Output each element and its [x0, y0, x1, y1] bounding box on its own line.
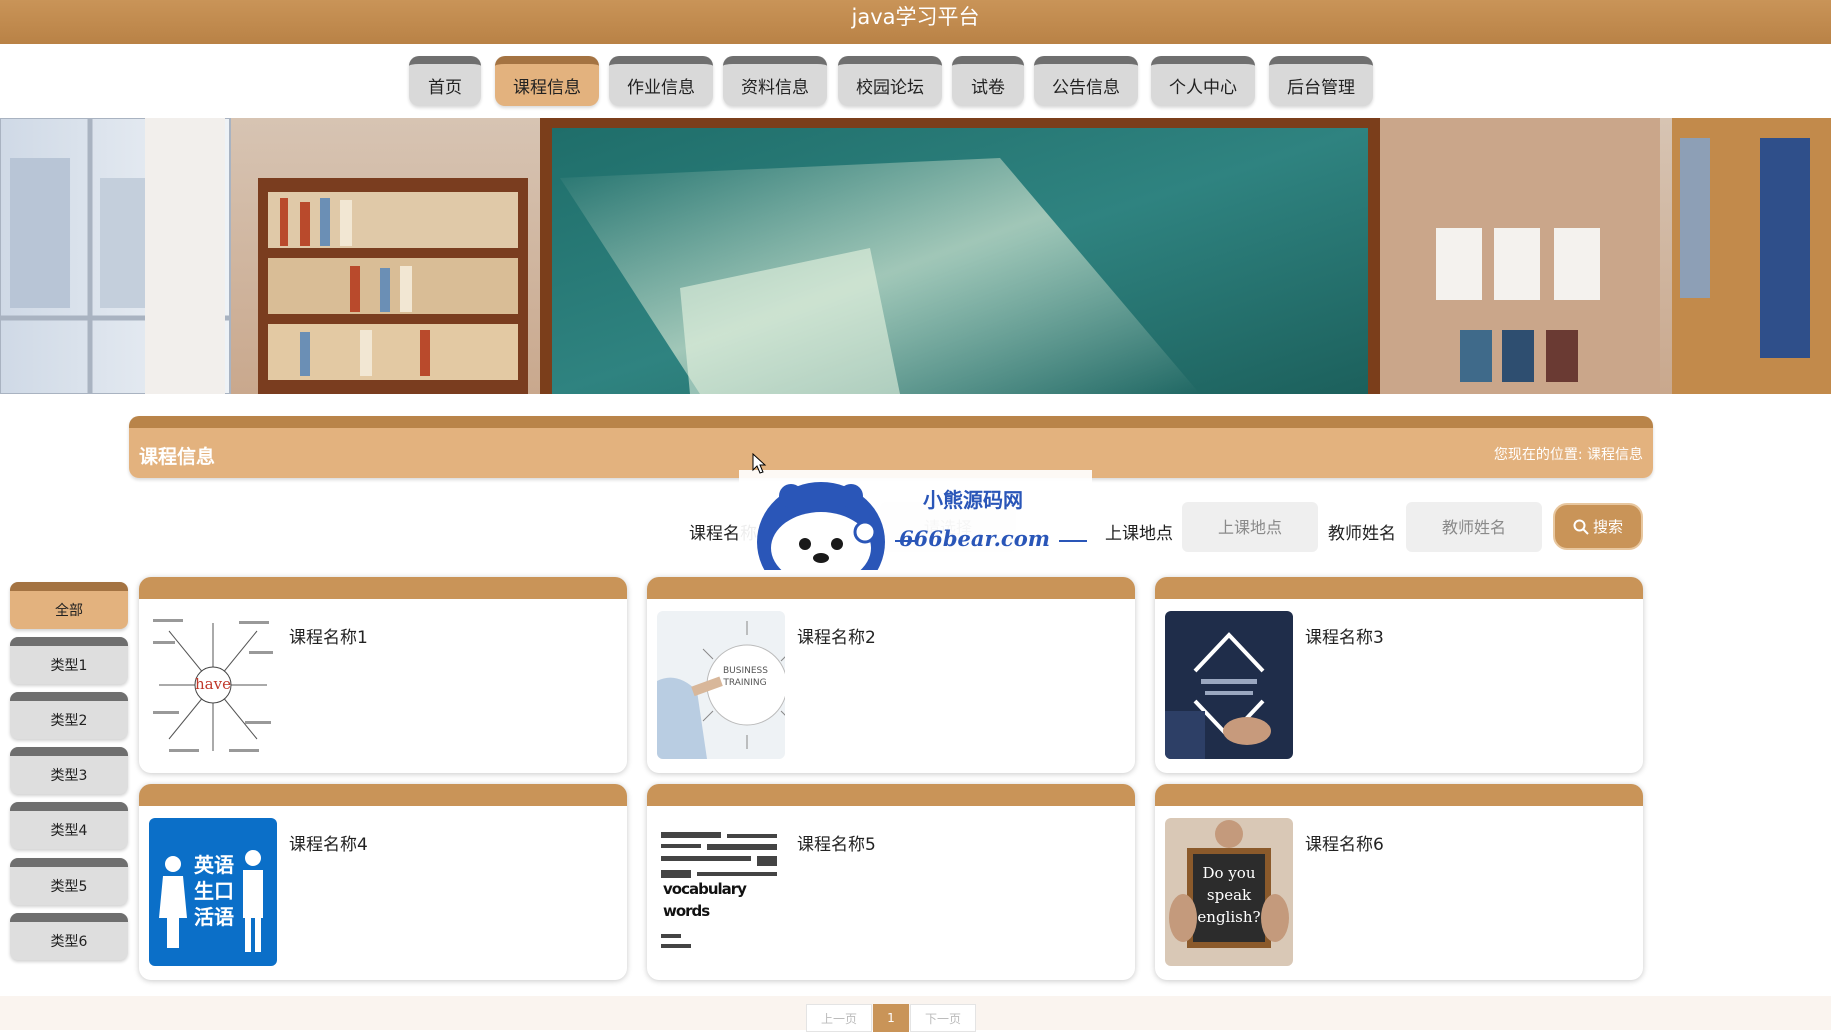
next-page-button[interactable]: 下一页	[910, 1004, 976, 1032]
nav-admin[interactable]: 后台管理	[1269, 56, 1373, 106]
section-header: 课程信息 您现在的位置: 课程信息	[129, 416, 1653, 478]
location-input[interactable]	[1182, 502, 1318, 552]
course-card[interactable]: 课程名称3	[1155, 577, 1643, 773]
teacher-input[interactable]	[1406, 502, 1542, 552]
nav-forum[interactable]: 校园论坛	[838, 56, 942, 106]
course-title: 课程名称2	[797, 628, 876, 648]
current-page[interactable]: 1	[873, 1004, 909, 1032]
course-thumbnail: have	[149, 611, 277, 759]
course-title: 课程名称4	[289, 835, 368, 855]
thumbnail-text: vocabulary words	[663, 880, 747, 920]
teacher-label: 教师姓名	[1328, 524, 1396, 544]
app-title-bar: java学习平台	[0, 0, 1831, 44]
course-title: 课程名称6	[1305, 835, 1384, 855]
course-thumbnail: BUSINESS TRAINING	[657, 611, 785, 759]
category-type2[interactable]: 类型2	[10, 692, 128, 739]
course-card[interactable]: Do you speak english? 课程名称6	[1155, 784, 1643, 980]
course-thumbnail: Do you speak english?	[1165, 818, 1293, 966]
main-nav: 首页 课程信息 作业信息 资料信息 校园论坛 试卷 公告信息 个人中心 后台管理	[0, 56, 1831, 108]
course-card[interactable]: BUSINESS TRAINING 课程名称2	[647, 577, 1135, 773]
classroom-illustration	[0, 118, 1831, 394]
nav-exams[interactable]: 试卷	[952, 56, 1024, 106]
course-card[interactable]: have 课程名称1	[139, 577, 627, 773]
watermark-line-right	[1059, 540, 1087, 542]
prev-page-button[interactable]: 上一页	[806, 1004, 872, 1032]
search-button-label: 搜索	[1592, 518, 1623, 536]
course-card[interactable]: 英语 生口 活语 课程名称4	[139, 784, 627, 980]
nav-homework[interactable]: 作业信息	[609, 56, 713, 106]
breadcrumb-current[interactable]: 课程信息	[1587, 447, 1643, 463]
category-all[interactable]: 全部	[10, 582, 128, 629]
watermark-line-left	[895, 540, 915, 542]
bear-logo-icon	[757, 482, 885, 570]
search-icon	[1573, 519, 1589, 535]
nav-announcements[interactable]: 公告信息	[1034, 56, 1138, 106]
thumbnail-text: have	[195, 675, 231, 693]
course-thumbnail: vocabulary words	[657, 818, 785, 966]
category-type1[interactable]: 类型1	[10, 637, 128, 684]
watermark-url: 666bear.com	[899, 526, 1050, 551]
app-title: java学习平台	[851, 5, 980, 29]
classroom-banner	[0, 118, 1831, 394]
thumbnail-text: BUSINESS TRAINING	[723, 666, 768, 688]
course-title: 课程名称3	[1305, 628, 1384, 648]
breadcrumb: 您现在的位置: 课程信息	[1494, 444, 1643, 464]
nav-materials[interactable]: 资料信息	[723, 56, 827, 106]
section-title: 课程信息	[139, 446, 216, 468]
watermark-title: 小熊源码网	[923, 488, 1023, 512]
course-thumbnail: 英语 生口 活语	[149, 818, 277, 966]
thumbnail-text: Do you speak english?	[1197, 864, 1261, 926]
thumbnail-text: 英语 生口 活语	[194, 853, 234, 929]
course-title: 课程名称5	[797, 835, 876, 855]
watermark: 小熊源码网 666bear.com	[739, 470, 1092, 570]
category-type4[interactable]: 类型4	[10, 802, 128, 849]
mouse-cursor-icon	[752, 453, 767, 474]
breadcrumb-prefix: 您现在的位置:	[1493, 447, 1583, 463]
location-label: 上课地点	[1105, 524, 1173, 544]
course-title: 课程名称1	[289, 628, 368, 648]
nav-home[interactable]: 首页	[409, 56, 481, 106]
course-card[interactable]: vocabulary words 课程名称5	[647, 784, 1135, 980]
category-type6[interactable]: 类型6	[10, 913, 128, 960]
nav-courses[interactable]: 课程信息	[495, 56, 599, 106]
search-button[interactable]: 搜索	[1553, 503, 1643, 550]
course-thumbnail	[1165, 611, 1293, 759]
nav-profile[interactable]: 个人中心	[1151, 56, 1255, 106]
category-type5[interactable]: 类型5	[10, 858, 128, 905]
category-type3[interactable]: 类型3	[10, 747, 128, 794]
